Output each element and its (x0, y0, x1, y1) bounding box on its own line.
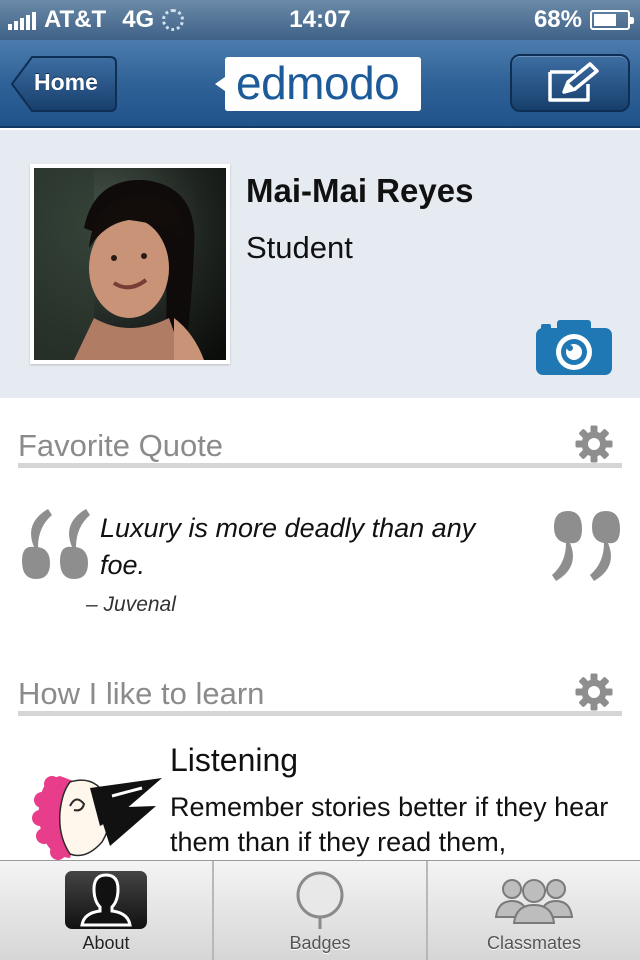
listening-illustration (30, 766, 166, 865)
edmodo-logo: edmodo (214, 55, 422, 113)
person-icon (80, 873, 132, 927)
favorite-quote-title: Favorite Quote (18, 428, 224, 463)
profile-name: Mai-Mai Reyes (246, 172, 474, 209)
learning-style-header: How I like to learn (18, 668, 622, 716)
tab-about[interactable]: About (0, 861, 214, 960)
classmates-icon (494, 879, 574, 924)
close-quote-icon (546, 505, 626, 590)
status-bar: AT&T 4G 14:07 68% (0, 0, 640, 40)
learning-style-name: Listening (170, 742, 299, 778)
home-back-button[interactable]: Home (10, 55, 118, 113)
badge-icon (296, 871, 344, 929)
profile-role: Student (246, 230, 353, 265)
compose-button[interactable] (510, 54, 630, 112)
tab-classmates[interactable]: Classmates (428, 861, 640, 960)
battery-fill (594, 14, 616, 26)
quote-settings-button[interactable] (574, 424, 614, 469)
gear-icon (575, 673, 613, 711)
profile-header: Mai-Mai Reyes Student (0, 130, 640, 398)
quote-text: Luxury is more deadly than any foe. (100, 513, 476, 580)
gear-icon (575, 425, 613, 463)
tab-bar: About Badges Classmates (0, 860, 640, 960)
battery-icon (590, 10, 634, 30)
avatar-photo (34, 168, 226, 360)
status-right: 68% (533, 6, 634, 34)
favorite-quote-header: Favorite Quote (18, 420, 622, 468)
learning-style-title: How I like to learn (18, 676, 265, 711)
tab-about-label: About (82, 933, 130, 953)
navigation-bar: Home edmodo (0, 40, 640, 128)
quote-author: – Juvenal (86, 593, 176, 616)
compose-icon (548, 62, 599, 102)
battery-percent: 68% (533, 6, 582, 33)
learning-settings-button[interactable] (574, 672, 614, 717)
camera-button[interactable] (535, 318, 613, 381)
tab-badges-label: Badges (289, 933, 351, 953)
logo-text: edmodo (236, 57, 400, 109)
open-quote-icon (16, 505, 96, 590)
camera-icon (536, 320, 612, 375)
tab-classmates-label: Classmates (486, 933, 582, 953)
profile-avatar[interactable] (30, 164, 230, 364)
tab-badges[interactable]: Badges (214, 861, 428, 960)
home-back-label: Home (34, 69, 98, 95)
learning-style-description: Remember stories better if they hear the… (170, 792, 609, 857)
